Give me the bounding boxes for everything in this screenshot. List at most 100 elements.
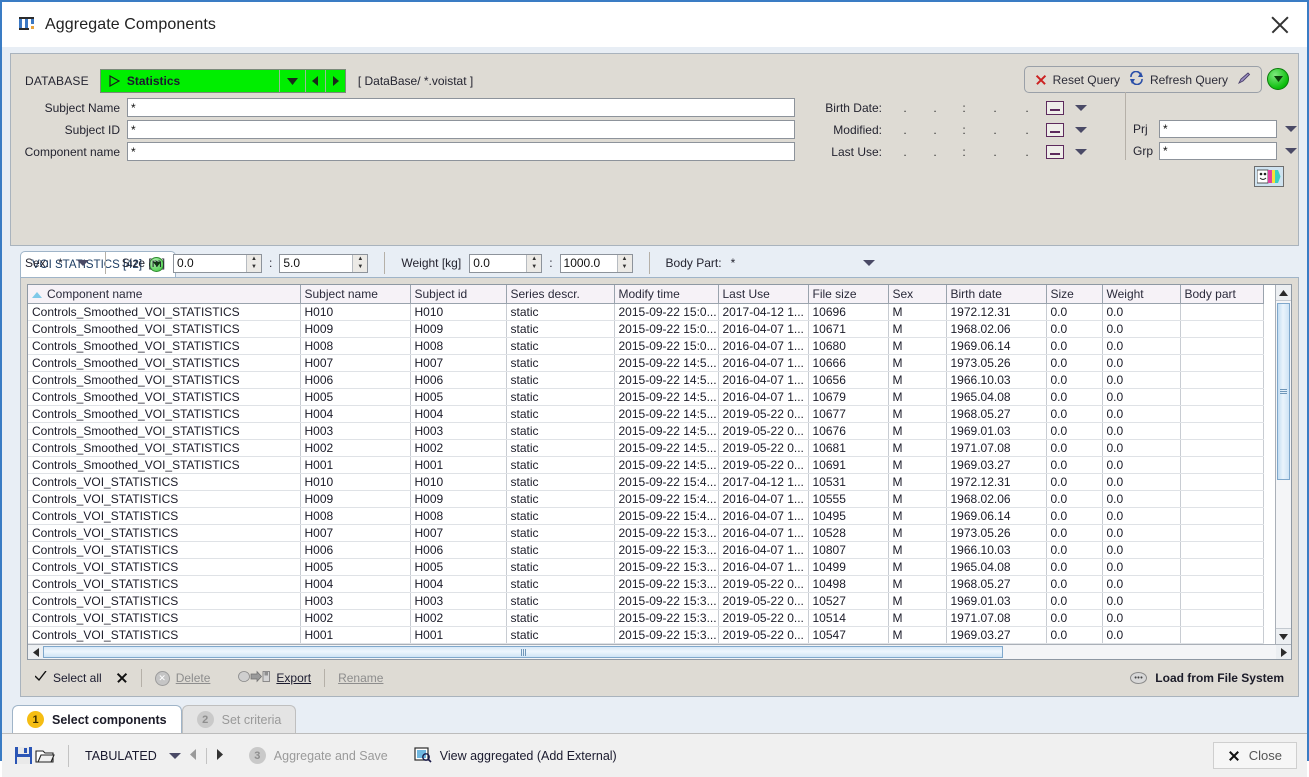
vertical-scroll-thumb[interactable] (1277, 303, 1290, 480)
horizontal-scroll-thumb[interactable] (43, 646, 1003, 658)
grp-dropdown-icon[interactable] (1285, 148, 1297, 154)
col-header-birth-date[interactable]: Birth date (946, 285, 1046, 304)
refresh-query-button[interactable]: Refresh Query (1129, 71, 1228, 88)
col-header-sex[interactable]: Sex (888, 285, 946, 304)
weight-min-up-icon[interactable]: ▲ (527, 255, 541, 264)
size-max-down-icon[interactable]: ▼ (353, 263, 367, 272)
step-tab-set-criteria[interactable]: 2 Set criteria (182, 705, 297, 733)
subject-name-input[interactable] (127, 98, 795, 117)
size-min-stepper[interactable]: ▲ ▼ (173, 254, 262, 273)
col-header-series-descr[interactable]: Series descr. (506, 285, 614, 304)
table-row[interactable]: Controls_VOI_STATISTICSH010H010static201… (28, 474, 1263, 491)
database-next-icon[interactable] (325, 70, 345, 92)
table-row[interactable]: Controls_Smoothed_VOI_STATISTICSH009H009… (28, 321, 1263, 338)
col-header-modify-time[interactable]: Modify time (614, 285, 718, 304)
col-header-file-size[interactable]: File size (808, 285, 888, 304)
scroll-left-icon[interactable] (28, 645, 43, 659)
export-button[interactable]: Export (238, 670, 311, 686)
edit-query-icon[interactable] (1237, 71, 1251, 88)
step-tab-select-components[interactable]: 1 Select components (12, 705, 182, 733)
format-prev-icon[interactable] (190, 749, 197, 763)
size-max-stepper[interactable]: ▲ ▼ (279, 254, 368, 273)
birth-date-dropdown-icon[interactable] (1075, 105, 1087, 111)
table-row[interactable]: Controls_Smoothed_VOI_STATISTICSH007H007… (28, 355, 1263, 372)
reset-query-button[interactable]: Reset Query (1035, 73, 1120, 87)
col-header-weight[interactable]: Weight (1102, 285, 1180, 304)
window-close-icon[interactable] (1267, 12, 1293, 38)
component-name-input[interactable] (127, 142, 795, 161)
weight-max-stepper[interactable]: ▲ ▼ (560, 254, 633, 273)
table-cell-size: 0.0 (1046, 304, 1102, 321)
table-row[interactable]: Controls_Smoothed_VOI_STATISTICSH008H008… (28, 338, 1263, 355)
col-header-subject-id[interactable]: Subject id (410, 285, 506, 304)
calendar-icon[interactable] (1046, 145, 1064, 159)
subject-id-input[interactable] (127, 120, 795, 139)
col-header-subject-name[interactable]: Subject name (300, 285, 410, 304)
last-use-dropdown-icon[interactable] (1075, 149, 1087, 155)
horizontal-scrollbar[interactable] (28, 644, 1291, 659)
table-row[interactable]: Controls_Smoothed_VOI_STATISTICSH002H002… (28, 440, 1263, 457)
table-row[interactable]: Controls_VOI_STATISTICSH007H007static201… (28, 525, 1263, 542)
format-dropdown-icon[interactable] (169, 753, 181, 759)
table-row[interactable]: Controls_VOI_STATISTICSH004H004static201… (28, 576, 1263, 593)
table-row[interactable]: Controls_VOI_STATISTICSH001H001static201… (28, 627, 1263, 644)
format-selector[interactable]: TABULATED (85, 748, 223, 764)
modified-dropdown-icon[interactable] (1075, 127, 1087, 133)
table-row[interactable]: Controls_VOI_STATISTICSH009H009static201… (28, 491, 1263, 508)
table-row[interactable]: Controls_Smoothed_VOI_STATISTICSH003H003… (28, 423, 1263, 440)
table-row[interactable]: Controls_Smoothed_VOI_STATISTICSH006H006… (28, 372, 1263, 389)
table-cell-weight: 0.0 (1102, 457, 1180, 474)
database-prev-icon[interactable] (305, 70, 325, 92)
select-all-button[interactable]: Select all (35, 671, 102, 685)
open-folder-icon[interactable] (34, 745, 56, 767)
vertical-scroll-track[interactable] (1276, 301, 1291, 628)
expand-query-button[interactable] (1267, 68, 1289, 90)
calendar-icon[interactable] (1046, 101, 1064, 115)
calendar-icon[interactable] (1046, 123, 1064, 137)
size-min-up-icon[interactable]: ▲ (247, 255, 261, 264)
weight-min-down-icon[interactable]: ▼ (527, 263, 541, 272)
col-header-body-part[interactable]: Body part (1180, 285, 1263, 304)
table-row[interactable]: Controls_Smoothed_VOI_STATISTICSH010H010… (28, 304, 1263, 321)
bodypart-dropdown-icon[interactable] (863, 260, 875, 266)
weight-max-down-icon[interactable]: ▼ (618, 263, 632, 272)
col-header-last-use[interactable]: Last Use (718, 285, 808, 304)
table-row[interactable]: Controls_VOI_STATISTICSH008H008static201… (28, 508, 1263, 525)
sex-dropdown-icon[interactable] (77, 260, 89, 266)
save-icon[interactable] (12, 745, 34, 767)
database-dropdown-icon[interactable] (279, 70, 305, 92)
weight-max-input[interactable] (561, 255, 617, 272)
table-row[interactable]: Controls_VOI_STATISTICSH005H005static201… (28, 559, 1263, 576)
table-row[interactable]: Controls_VOI_STATISTICSH003H003static201… (28, 593, 1263, 610)
table-row[interactable]: Controls_VOI_STATISTICSH002H002static201… (28, 610, 1263, 627)
table-cell-subject-name: H007 (300, 525, 410, 542)
vertical-scrollbar[interactable] (1275, 285, 1291, 644)
weight-min-stepper[interactable]: ▲ ▼ (469, 254, 542, 273)
horizontal-scroll-track[interactable] (43, 645, 1276, 659)
load-from-file-system-button[interactable]: ••• Load from File System (1130, 671, 1284, 685)
size-min-input[interactable] (174, 255, 246, 272)
database-combo[interactable]: Statistics (100, 69, 346, 93)
size-max-input[interactable] (280, 255, 352, 272)
table-row[interactable]: Controls_Smoothed_VOI_STATISTICSH001H001… (28, 457, 1263, 474)
weight-max-up-icon[interactable]: ▲ (618, 255, 632, 264)
scroll-right-icon[interactable] (1276, 645, 1291, 659)
prj-dropdown-icon[interactable] (1285, 126, 1297, 132)
scroll-up-icon[interactable] (1276, 285, 1291, 301)
size-max-up-icon[interactable]: ▲ (353, 255, 367, 264)
grp-input[interactable] (1159, 142, 1277, 160)
weight-min-input[interactable] (470, 255, 526, 272)
format-next-icon[interactable] (216, 749, 223, 763)
scroll-down-icon[interactable] (1276, 628, 1291, 644)
color-palette-icon[interactable] (1254, 166, 1284, 187)
table-row[interactable]: Controls_VOI_STATISTICSH006H006static201… (28, 542, 1263, 559)
close-button[interactable]: Close (1213, 742, 1297, 769)
view-aggregated-button[interactable]: View aggregated (Add External) (414, 746, 617, 766)
deselect-all-icon[interactable] (116, 672, 128, 684)
col-header-size[interactable]: Size (1046, 285, 1102, 304)
table-row[interactable]: Controls_Smoothed_VOI_STATISTICSH005H005… (28, 389, 1263, 406)
table-row[interactable]: Controls_Smoothed_VOI_STATISTICSH004H004… (28, 406, 1263, 423)
size-min-down-icon[interactable]: ▼ (247, 263, 261, 272)
col-header-component-name[interactable]: Component name (28, 285, 300, 304)
prj-input[interactable] (1159, 120, 1277, 138)
